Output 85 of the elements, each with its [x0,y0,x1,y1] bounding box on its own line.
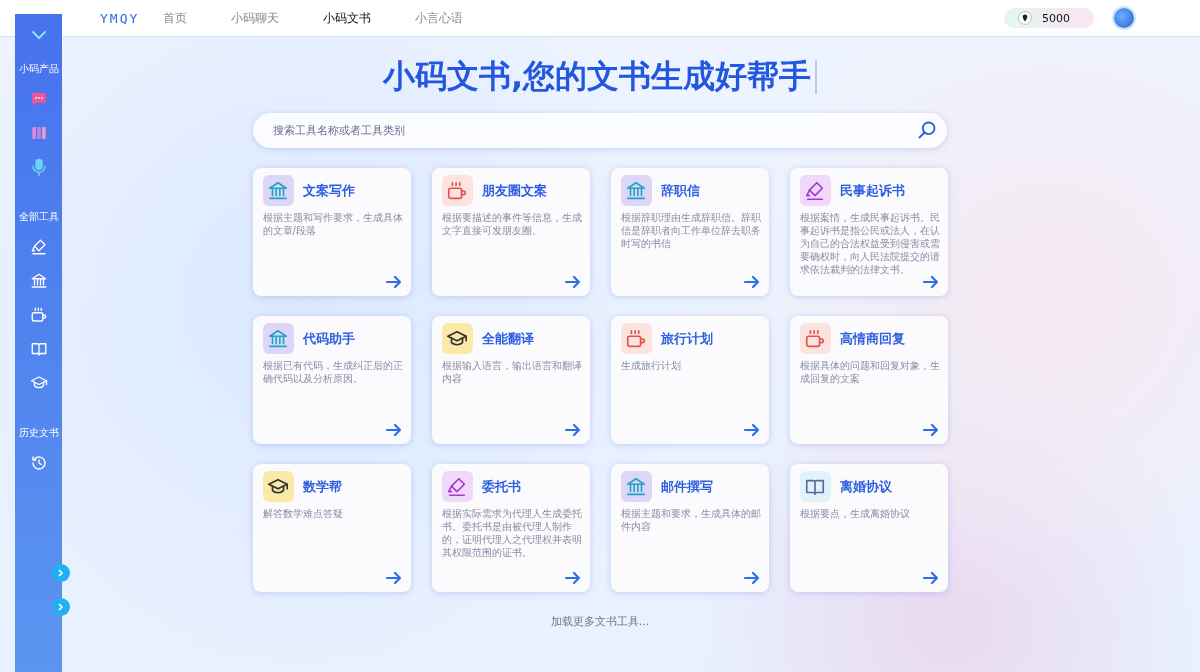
bank-icon [625,475,647,498]
tool-title: 旅行计划 [660,329,713,348]
history-icon [29,454,48,472]
tool-card[interactable]: 高情商回复 根据具体的问题和回复对象，生成回复的文案 [789,316,948,444]
tool-description: 根据要描述的事件等信息，生成文字直接可发朋友圈。 [441,211,582,238]
arrow-icon[interactable] [742,274,761,290]
sidebar-section-title: 全部工具 [18,210,59,224]
tool-description: 生成旅行计划 [620,359,682,373]
tool-title: 辞职信 [660,181,700,200]
expand-button[interactable] [52,598,70,616]
tool-card[interactable]: 辞职信 根据辞职理由生成辞职信。辞职信是辞职者向工作单位辞去职务时写的书信 [610,168,769,296]
nav-tab[interactable]: 小言心语 [415,9,486,27]
tool-card[interactable]: 数学帮 解答数学难点答疑 [252,464,411,592]
bank-icon [29,272,48,290]
arrow-icon[interactable] [742,422,761,438]
bank-icon [267,179,289,202]
tool-description: 根据已有代码，生成纠正后的正确代码以及分析原因。 [262,359,403,386]
tool-title: 代码助手 [302,329,355,348]
pen-icon [29,238,48,256]
microphone-icon[interactable] [29,157,48,177]
tool-card[interactable]: 旅行计划 生成旅行计划 [610,316,769,444]
headline: 小码文书,您的文书生成好帮手 [382,56,812,97]
tool-card[interactable]: 离婚协议 根据要点，生成离婚协议 [789,464,948,592]
tool-description: 根据要点，生成离婚协议 [799,507,911,521]
search-field[interactable]: 搜索工具名称或者工具类别 [253,113,947,148]
coin-icon [1018,11,1032,25]
nav-tab[interactable]: 小码聊天 [231,9,302,27]
tool-card[interactable]: 文案写作 根据主题和写作要求，生成具体的文章/段落 [252,168,411,296]
tool-description: 根据实际需求为代理人生成委托书。委托书是由被代理人制作的，证明代理人之代理权并表明其权限范围的证书。 [441,507,582,560]
arrow-icon[interactable] [563,274,582,290]
tool-title: 文案写作 [302,181,355,200]
avatar[interactable] [1114,8,1134,28]
cup-icon [804,327,826,350]
tool-card[interactable]: 民事起诉书 根据案情，生成民事起诉书。民事起诉书是指公民或法人，在认为自己的合法权益受到侵害或需要确权时，向人民法院提交的请求依法裁判的法律文书。 [789,168,948,296]
tool-card[interactable]: 全能翻译 根据输入语言，输出语言和翻译内容 [431,316,590,444]
bank-icon [267,327,289,350]
bank-icon [625,179,647,202]
expand-button[interactable] [52,564,70,582]
tool-title: 朋友圈文案 [481,181,547,200]
arrow-icon[interactable] [384,274,403,290]
tool-description: 根据案情，生成民事起诉书。民事起诉书是指公民或法人，在认为自己的合法权益受到侵害或需要确权时，向人民法院提交的请求依法裁判的法律文书。 [799,211,940,276]
load-more-link[interactable]: 加载更多文书工具... [550,614,650,629]
arrow-icon[interactable] [921,422,940,438]
points-count: 5000 [1042,11,1070,25]
tool-description: 根据主题和写作要求，生成具体的文章/段落 [262,211,403,238]
tool-card[interactable]: 委托书 根据实际需求为代理人生成委托书。委托书是由被代理人制作的，证明代理人之代理权并表明其权限范围的证书。 [431,464,590,592]
arrow-icon[interactable] [384,570,403,586]
tool-card[interactable]: 朋友圈文案 根据要描述的事件等信息，生成文字直接可发朋友圈。 [431,168,590,296]
arrow-icon[interactable] [921,274,940,290]
cup-icon [625,327,647,350]
sidebar-section-title: 历史文书 [18,426,59,440]
tool-description: 根据具体的问题和回复对象，生成回复的文案 [799,359,940,386]
tool-title: 全能翻译 [481,329,534,348]
arrow-icon[interactable] [921,570,940,586]
text-cursor [815,60,818,94]
arrow-icon[interactable] [384,422,403,438]
chevron-icon [57,569,65,577]
pen-icon [804,179,826,202]
chat-icon[interactable] [29,90,48,108]
tool-title: 数学帮 [302,477,342,496]
pen-icon [446,475,468,498]
tool-card[interactable]: 邮件撰写 根据主题和要求，生成具体的邮件内容 [610,464,769,592]
nav-tab[interactable]: 小码文书 [323,9,394,27]
cup-icon [446,179,468,202]
nav-tab[interactable]: 首页 [163,9,210,27]
logo: YMQY [100,10,140,26]
tool-description: 根据主题和要求，生成具体的邮件内容 [620,507,761,534]
search-icon[interactable] [917,120,937,140]
tool-card[interactable]: 代码助手 根据已有代码，生成纠正后的正确代码以及分析原因。 [252,316,411,444]
tool-description: 根据辞职理由生成辞职信。辞职信是辞职者向工作单位辞去职务时写的书信 [620,211,761,251]
chevron-icon [57,603,65,611]
book-icon [29,340,48,358]
arrow-icon[interactable] [563,422,582,438]
sidebar-section-title: 小码产品 [18,62,59,76]
chevron-icon[interactable] [30,30,47,40]
tool-title: 离婚协议 [839,477,892,496]
tool-title: 民事起诉书 [839,181,905,200]
tool-title: 邮件撰写 [660,477,713,496]
tool-title: 委托书 [481,477,521,496]
arrow-icon[interactable] [563,570,582,586]
tool-description: 解答数学难点答疑 [262,507,344,521]
cup-icon [29,306,48,324]
tool-description: 根据输入语言，输出语言和翻译内容 [441,359,582,386]
tool-title: 高情商回复 [839,329,905,348]
arrow-icon[interactable] [742,570,761,586]
